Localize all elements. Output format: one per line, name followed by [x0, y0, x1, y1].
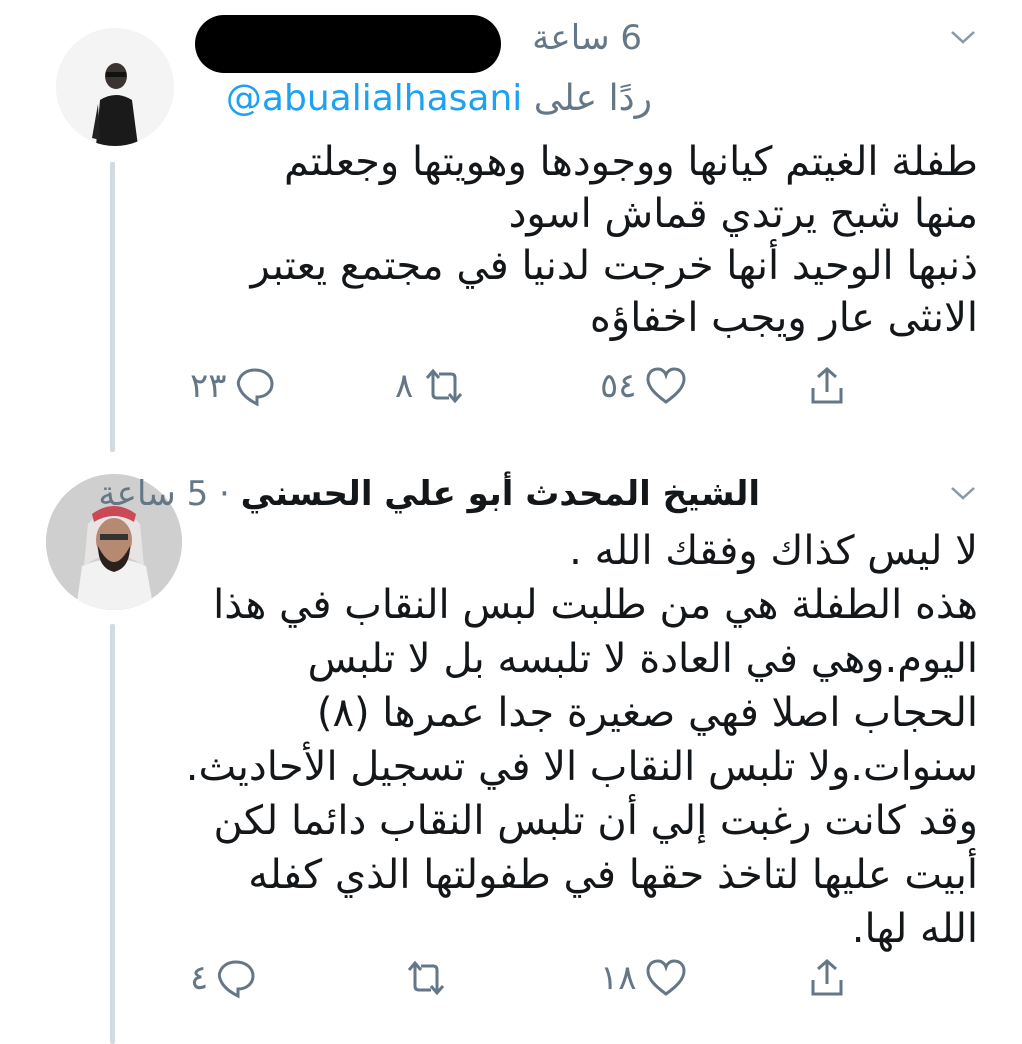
reply-button[interactable]: ٢٣ [190, 356, 277, 416]
retweet-button[interactable] [395, 948, 451, 1008]
reply-prefix: ردًا على [533, 78, 652, 119]
tweet-reply[interactable]: 6 ساعة ردًا على @abualialhasani طفلة الغ… [0, 0, 1022, 452]
avatar[interactable] [56, 28, 174, 146]
tweet-text-line: هذه الطفلة هي من طلبت لبس النقاب في هذا [213, 582, 978, 628]
reply-icon [236, 368, 274, 407]
like-icon [646, 367, 686, 404]
tweet-text-line: الحجاب اصلا فهي صغيرة جدا عمرها (٨) [316, 690, 978, 736]
reply-button[interactable]: ٤ [190, 948, 258, 1008]
tweet-text-line: لا ليس كذاك وفقك الله . [569, 528, 978, 574]
reply-count: ٤ [190, 958, 209, 998]
retweet-count: ٨ [395, 366, 414, 406]
tweet-actions: ٤ ١٨ [190, 948, 890, 1008]
timestamp[interactable]: 5 ساعة [98, 474, 208, 514]
share-button[interactable] [805, 356, 849, 416]
tweet-text-line: الانثى عار ويجب اخفاؤه [589, 295, 978, 341]
chevron-down-icon[interactable] [948, 22, 978, 52]
thread-line [110, 162, 115, 452]
tweet-text-line: منها شبح يرتدي قماش اسود [508, 191, 978, 237]
reply-icon [218, 960, 255, 999]
share-button[interactable] [805, 948, 849, 1008]
tweet-text-line: وقد كانت رغبت إلي أن تلبس النقاب دائما ل… [213, 798, 979, 844]
retweet-icon [407, 960, 445, 996]
reply-context: ردًا على @abualialhasani [226, 78, 652, 119]
like-button[interactable]: ٥٤ [600, 356, 689, 416]
timestamp[interactable]: 6 ساعة [532, 18, 642, 58]
redacted-name [195, 15, 501, 73]
tweet-text-line: سنوات.ولا تلبس النقاب الا في تسجيل الأحا… [185, 744, 978, 790]
tweet-text-line: اليوم.وهي في العادة لا تلبسه بل لا تلبس [307, 636, 978, 682]
display-name[interactable]: الشيخ المحدث أبو علي الحسني [241, 474, 760, 514]
tweet-text-line: طفلة الغيتم كيانها ووجودها وهويتها وجعلت… [283, 139, 978, 185]
tweet-text-line: ذنبها الوحيد أنها خرجت لدنيا في مجتمع يع… [250, 243, 978, 289]
tweet-text: طفلة الغيتم كيانها ووجودها وهويتها وجعلت… [188, 136, 978, 344]
share-icon [811, 958, 843, 996]
thread-line [110, 624, 115, 1044]
share-icon [811, 366, 843, 404]
like-count: ٥٤ [600, 366, 637, 406]
chevron-down-icon[interactable] [948, 478, 978, 508]
separator: · [219, 474, 230, 514]
retweet-icon [426, 368, 463, 404]
like-count: ١٨ [600, 958, 637, 998]
reply-count: ٢٣ [190, 366, 227, 406]
avatar-image [56, 28, 174, 146]
tweet-text-line: أبيت عليها لتاخذ حقها في طفولتها الذي كف… [248, 852, 978, 898]
author-line: الشيخ المحدث أبو علي الحسني · 5 ساعة [98, 474, 760, 514]
retweet-button[interactable]: ٨ [395, 356, 469, 416]
tweet-text: لا ليس كذاك وفقك الله . هذه الطفلة هي من… [185, 524, 979, 956]
like-icon [646, 959, 686, 996]
tweet-actions: ٢٣ ٨ ٥٤ [190, 356, 890, 416]
like-button[interactable]: ١٨ [600, 948, 689, 1008]
tweet-reply[interactable]: الشيخ المحدث أبو علي الحسني · 5 ساعة لا … [0, 440, 1022, 1044]
reply-handle-link[interactable]: @abualialhasani [226, 78, 522, 119]
